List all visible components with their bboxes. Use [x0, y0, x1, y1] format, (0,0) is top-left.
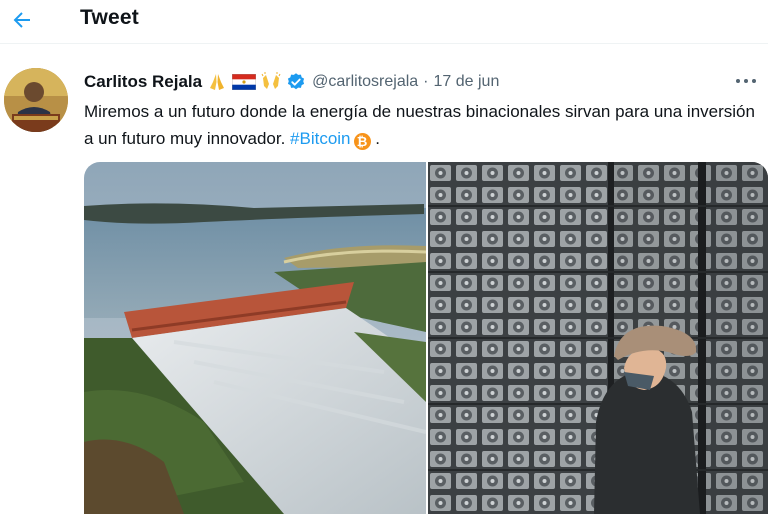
tweet-text-body: Miremos a un futuro donde la energía de … [84, 102, 755, 148]
author-name[interactable]: Carlitos Rejala [84, 72, 202, 92]
paraguay-flag-icon [232, 74, 257, 90]
more-options-icon[interactable] [732, 72, 760, 90]
hydroelectric-dam-photo[interactable] [84, 162, 427, 514]
verified-badge-icon [288, 73, 305, 90]
back-arrow-icon[interactable] [10, 8, 34, 32]
hashtag-link[interactable]: #Bitcoin [290, 129, 350, 148]
raising-hands-icon [260, 72, 282, 92]
tweet-author-row: Carlitos Rejala @carlitosrejala · 17 de … [84, 70, 499, 94]
tweet-date[interactable]: 17 de jun [434, 73, 500, 91]
tweet-header: Tweet [0, 0, 768, 44]
separator-dot: · [423, 73, 429, 90]
bitcoin-icon: ₿ [353, 133, 371, 150]
tweet-text: Miremos a un futuro donde la energía de … [84, 98, 764, 152]
page-title: Tweet [80, 6, 139, 29]
tweet-text-end: . [370, 129, 380, 148]
praying-hands-icon [206, 72, 228, 92]
bitcoin-mining-farm-photo[interactable] [428, 162, 768, 514]
tweet-media [84, 162, 768, 514]
avatar[interactable] [4, 68, 68, 132]
author-handle[interactable]: @carlitosrejala [312, 73, 418, 91]
